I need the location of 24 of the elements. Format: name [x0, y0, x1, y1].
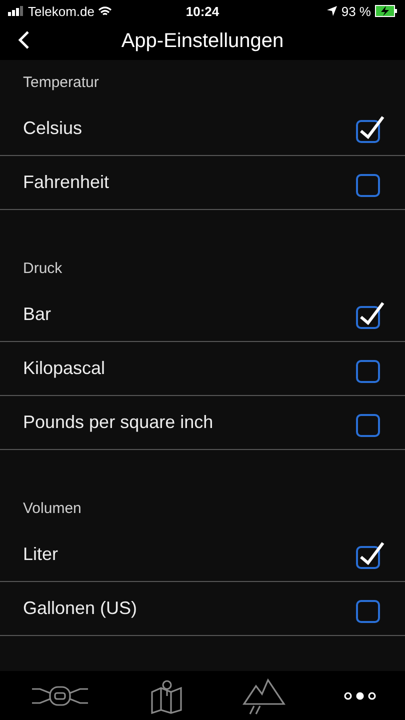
option-label: Fahrenheit	[23, 172, 110, 193]
section-header: Druck	[22, 259, 64, 279]
option-label: Gallonen (US)	[23, 598, 138, 619]
back-chevron-icon	[18, 30, 30, 50]
option-label: Bar	[23, 304, 52, 325]
screen-title: App-Einstellungen	[121, 30, 284, 52]
more-icon	[342, 690, 377, 700]
signal-icon	[8, 6, 24, 16]
carrier-name: Telekom.de	[28, 4, 94, 18]
option-label: Pounds per square inch	[23, 412, 214, 433]
checkbox[interactable]	[355, 540, 385, 570]
section-header: Volumen	[22, 499, 82, 519]
mountains-icon	[242, 676, 286, 716]
wifi-icon	[98, 6, 112, 16]
option-label: Kilopascal	[23, 358, 106, 379]
option-label: Liter	[23, 544, 58, 565]
option-label: Celsius	[23, 118, 82, 139]
section-header: Temperatur	[22, 73, 100, 93]
checkbox[interactable]	[355, 300, 385, 330]
battery-percent: 93 %	[341, 4, 371, 18]
checkbox[interactable]	[355, 114, 385, 144]
battery-charging-icon	[375, 5, 397, 17]
location-arrow-icon	[327, 6, 338, 16]
clock-time: 10:24	[186, 4, 220, 18]
